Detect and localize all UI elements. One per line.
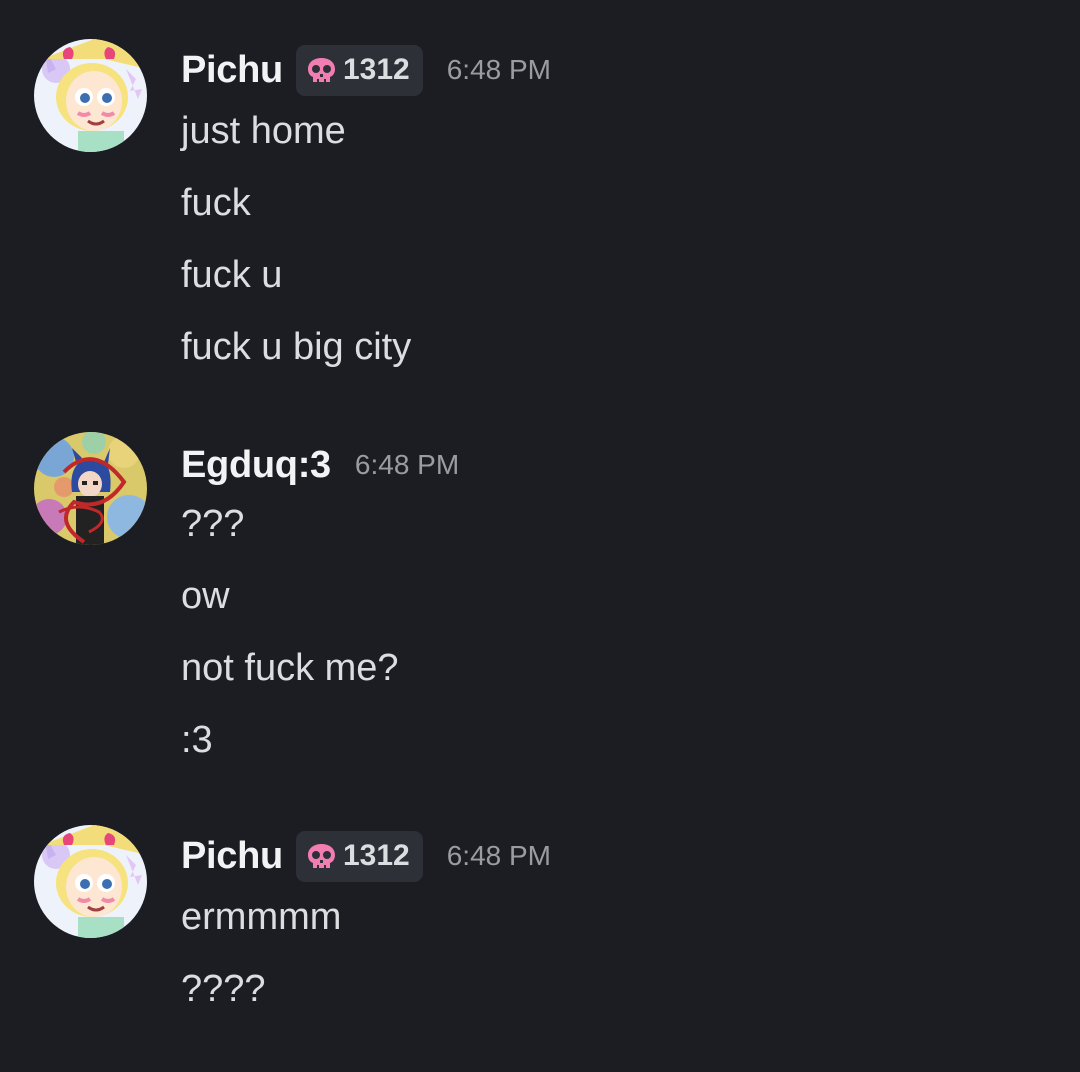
message-text[interactable]: :3	[181, 718, 213, 762]
message-header: Pichu 1312 6:48 PM	[181, 828, 551, 884]
message-text[interactable]: not fuck me?	[181, 646, 399, 690]
star-butterfly-avatar-icon	[34, 39, 147, 152]
avatar[interactable]	[34, 432, 147, 545]
username[interactable]: Egduq:3	[181, 444, 331, 487]
avatar[interactable]	[34, 825, 147, 938]
avatar[interactable]	[34, 39, 147, 152]
tag-text: 1312	[342, 839, 410, 872]
message-header: Pichu 1312 6:48 PM	[181, 42, 551, 98]
star-butterfly-avatar-icon	[34, 825, 147, 938]
message-header: Egduq:3 6:48 PM	[181, 437, 459, 493]
timestamp[interactable]: 6:48 PM	[447, 54, 551, 86]
user-tag[interactable]: 1312	[295, 830, 423, 882]
message-text[interactable]: ow	[181, 574, 230, 618]
pink-skull-icon	[307, 57, 336, 84]
message-text[interactable]: ???	[181, 502, 244, 546]
user-tag[interactable]: 1312	[295, 44, 423, 96]
timestamp[interactable]: 6:48 PM	[447, 840, 551, 872]
message-text[interactable]: ermmmm	[181, 895, 341, 939]
message-text[interactable]: fuck	[181, 181, 251, 225]
username[interactable]: Pichu	[181, 49, 283, 92]
username[interactable]: Pichu	[181, 835, 283, 878]
message-text[interactable]: ????	[181, 967, 266, 1011]
tag-text: 1312	[342, 53, 410, 86]
message-text[interactable]: fuck u	[181, 253, 282, 297]
pink-skull-icon	[307, 843, 336, 870]
message-text[interactable]: fuck u big city	[181, 325, 411, 369]
message-text[interactable]: just home	[181, 109, 346, 153]
timestamp[interactable]: 6:48 PM	[355, 449, 459, 481]
blue-hair-character-avatar-icon	[34, 432, 147, 545]
